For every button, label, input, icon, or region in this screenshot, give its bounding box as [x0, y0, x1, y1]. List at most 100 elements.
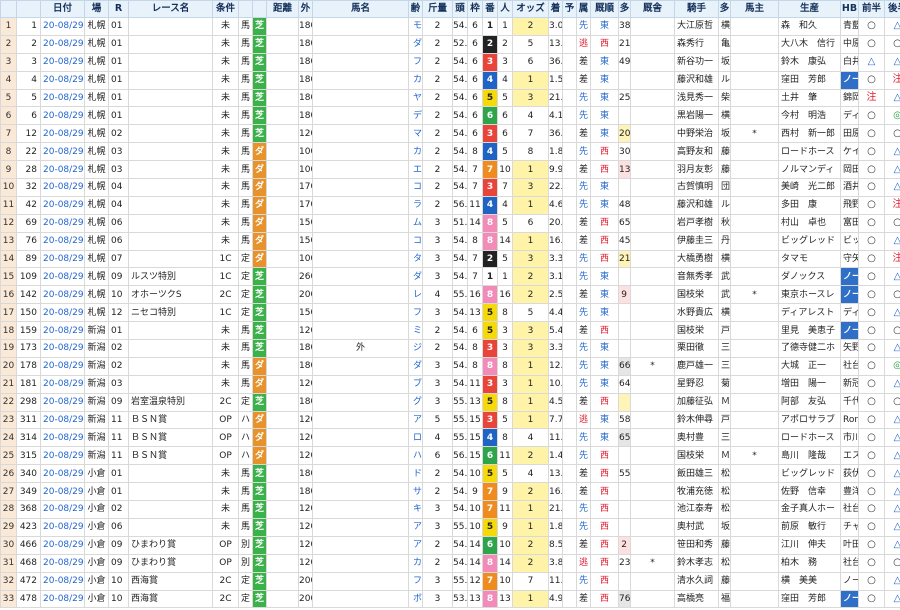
race-date[interactable]: 20-08/29 [40, 339, 85, 358]
horse-name[interactable]: グラデュエイト [408, 392, 423, 412]
table-row[interactable]: 1715020-08/29札幌12ニセコ特別1C定芝1500フームスムート354… [0, 303, 900, 323]
table-row[interactable]: 2118120-08/29新潟03未馬ダ1200ブラブロッソー354.01133… [0, 374, 900, 394]
table-row[interactable]: 2017820-08/29新潟02未馬ダ1800ダイワミラクル354.08881… [0, 356, 900, 376]
horse-name[interactable]: レッドアステル [408, 285, 423, 305]
horse-name[interactable]: アールグロウ [408, 517, 423, 537]
header-odds[interactable]: オッズ [512, 0, 549, 18]
header-race-name[interactable]: レース名 [128, 0, 213, 18]
horse-name[interactable]: ダイワミラクル [408, 356, 423, 376]
header-hb[interactable]: HB [840, 0, 859, 18]
table-row[interactable]: 103220-08/29札幌04未馬ダ1700ココリミルヴァ254.073732… [0, 178, 900, 197]
header-date[interactable]: 日付 [40, 0, 85, 18]
race-name[interactable] [128, 178, 213, 197]
race-date[interactable]: 20-08/29 [40, 482, 85, 502]
header-frame[interactable]: 枠 [467, 0, 483, 18]
race-date[interactable]: 20-08/29 [40, 303, 85, 323]
race-date[interactable]: 20-08/29 [40, 213, 85, 233]
race-name[interactable] [128, 213, 213, 233]
horse-name[interactable]: ラグリマスアズラ [408, 195, 423, 215]
race-name[interactable] [128, 88, 213, 108]
race-name[interactable] [128, 321, 213, 341]
header-affiliation[interactable]: 属 [576, 0, 591, 18]
race-name[interactable] [128, 124, 213, 144]
horse-name[interactable]: フームスムート [408, 303, 423, 323]
race-date[interactable]: 20-08/29 [40, 285, 85, 305]
horse-name[interactable]: ダイシンピスケス [408, 34, 423, 54]
race-date[interactable]: 20-08/29 [40, 249, 85, 269]
table-row[interactable]: 126920-08/29札幌06 未馬ダ 1500 ムーンフェアリー351.01485… [0, 213, 900, 233]
table-row[interactable]: 1510920-08/29札幌09ルスツ特別1C定芝 2600 ダノンセレスタ354… [0, 267, 900, 287]
header-age[interactable]: 齢 [408, 0, 423, 18]
header-popularity[interactable]: 人 [497, 0, 513, 18]
race-date[interactable]: 20-08/29 [40, 464, 85, 484]
race-name[interactable] [128, 34, 213, 54]
table-row[interactable]: 1815920-08/29新潟01 未馬芝 1200 ミエノムガール254.06533… [0, 321, 900, 341]
horse-name[interactable]: ジェミニデソーロ [408, 339, 423, 358]
race-name[interactable] [128, 195, 213, 215]
header-weight[interactable]: 斤量 [422, 0, 453, 18]
table-row[interactable]: 2634020-08/29小倉01未馬芝1800ドローム254.01055413… [0, 464, 900, 484]
race-date[interactable]: 20-08/29 [40, 142, 85, 162]
race-date[interactable]: 20-08/29 [40, 410, 85, 430]
race-name[interactable] [128, 52, 213, 72]
header-race-number[interactable]: R [108, 0, 129, 18]
horse-name[interactable]: アポロテネシー [408, 410, 423, 430]
horse-name[interactable]: カーデンコール [408, 142, 423, 162]
race-name[interactable]: ニセコ特別 [128, 303, 213, 323]
horse-name[interactable]: ブラブロッソー [408, 374, 423, 394]
header-multi[interactable]: 多 [618, 0, 631, 18]
header-first-half[interactable]: 前半 [858, 0, 885, 18]
race-name[interactable] [128, 106, 213, 126]
header-horse-name[interactable]: 馬名 [312, 0, 409, 18]
race-date[interactable]: 20-08/29 [40, 160, 85, 180]
horse-name[interactable]: ココリミルヴァ [408, 178, 423, 197]
header-second-half[interactable]: 後半 [884, 0, 900, 18]
header-trainer[interactable]: 厩舎 [630, 0, 675, 18]
race-name[interactable] [128, 160, 213, 180]
race-date[interactable]: 20-08/29 [40, 321, 85, 341]
race-date[interactable]: 20-08/29 [40, 589, 85, 609]
race-name[interactable]: ＢＳＮ賞 [128, 446, 213, 466]
horse-name[interactable]: ミエノムガール [408, 321, 423, 341]
race-name[interactable] [128, 339, 213, 358]
table-row[interactable]: 2229820-08/29新潟09岩室温泉特別2C定芝1800グラデュエイト35… [0, 392, 900, 412]
table-row[interactable]: 1917320-08/29新潟02未馬芝1800外ジェミニデソーロ254.083… [0, 339, 900, 358]
race-date[interactable]: 20-08/29 [40, 267, 85, 287]
table-row[interactable]: 2220-08/29札幌01未馬芝1800ダイシンピスケス252.0622513… [0, 34, 900, 54]
race-date[interactable]: 20-08/29 [40, 231, 85, 251]
header-number[interactable]: 番 [482, 0, 498, 18]
horse-name[interactable]: サノラカ [408, 482, 423, 502]
horse-name[interactable]: フィオリキアリ [408, 571, 423, 591]
horse-name[interactable]: ムーンフェアリー [408, 213, 423, 233]
race-date[interactable]: 20-08/29 [40, 571, 85, 591]
header-stable-rank[interactable]: 厩順 [590, 0, 619, 18]
horse-name[interactable]: モリノカンナチャン [408, 17, 423, 36]
table-row[interactable]: 2836820-08/29小倉02 未馬芝 1200 キャプテンドレイク354.010… [0, 500, 900, 519]
horse-name[interactable]: エンジェルティアラ [408, 160, 423, 180]
horse-name[interactable]: ヤマニンジャベリン [408, 88, 423, 108]
horse-name[interactable]: ロードブレス [408, 428, 423, 448]
horse-name[interactable]: タマモバッション [408, 249, 423, 269]
race-name[interactable]: ルスツ特別 [128, 267, 213, 287]
race-name[interactable] [128, 482, 213, 502]
table-row[interactable]: 1120-08/29札幌01未馬芝1800モリノカンナチャン254.061123… [0, 17, 900, 36]
race-name[interactable] [128, 500, 213, 519]
table-row[interactable]: 6620-08/29札幌01未馬芝1800デンプシーロール254.066644.… [0, 106, 900, 126]
horse-name[interactable]: ドローム [408, 464, 423, 484]
header-multi-2[interactable]: 多 [718, 0, 731, 18]
table-row[interactable]: 82220-08/29札幌03未馬ダ1000カーデンコール254.084581.… [0, 142, 900, 162]
race-date[interactable]: 20-08/29 [40, 553, 85, 573]
header-breeder[interactable]: 生産 [778, 0, 841, 18]
horse-name[interactable]: マウンテンムスメ [408, 124, 423, 144]
race-name[interactable]: ＢＳＮ賞 [128, 428, 213, 448]
header-place[interactable]: 場 [84, 0, 109, 18]
table-row[interactable]: 5520-08/29札幌01未馬芝1800ヤマニンジャベリン254.065532… [0, 88, 900, 108]
race-date[interactable]: 20-08/29 [40, 52, 85, 72]
table-row[interactable]: 3247220-08/29小倉10西海賞2C定芝2000フィオリキアリ355.0… [0, 571, 900, 591]
table-row[interactable]: 3347820-08/29小倉10西海賞2C定芝 2000 ボンオムトゥック353.… [0, 589, 900, 609]
race-date[interactable]: 20-08/29 [40, 70, 85, 90]
horse-name[interactable]: コスモテキロ [408, 231, 423, 251]
race-name[interactable] [128, 142, 213, 162]
race-date[interactable]: 20-08/29 [40, 106, 85, 126]
horse-name[interactable]: ボンオムトゥック [408, 589, 423, 609]
